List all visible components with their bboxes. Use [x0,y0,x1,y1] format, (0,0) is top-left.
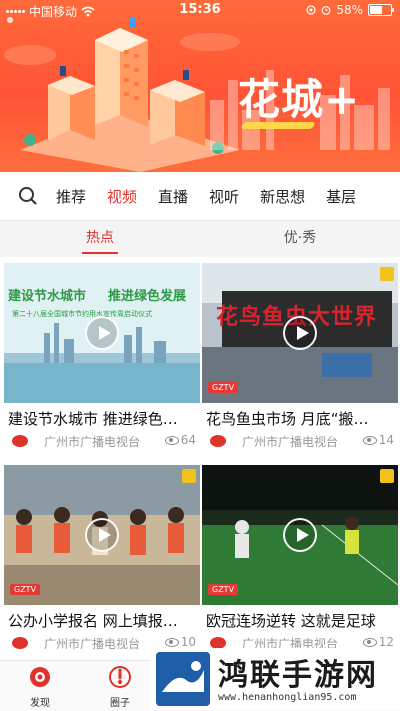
video-thumbnail[interactable]: 建设节水城市 推进绿色发展 第二十八届全国城市节约用水宣传周启动仪式 [4,263,200,403]
tab-circle[interactable]: 圈子 [98,665,142,709]
video-title[interactable]: 公办小学报名 网上填报… [8,610,198,631]
channel-corner-icon [380,469,394,483]
nav-item-audiovisual[interactable]: 视听 [209,186,239,207]
watermark-logo-icon [156,652,210,706]
battery-icon [368,4,394,16]
tab-discover-label: 发现 [30,698,50,709]
discover-icon [30,667,50,687]
nav-item-new-thought[interactable]: 新思想 [260,186,305,207]
nav-item-live[interactable]: 直播 [158,186,188,207]
search-icon [19,187,37,205]
watermark-name: 鸿联手游网 [218,658,378,693]
nav-item-grassroots[interactable]: 基层 [326,186,356,207]
video-meta: 广州市广播电视台 14 [206,433,396,449]
tab-circle-label: 圈子 [110,698,130,709]
station-watermark-icon: GZTV [208,382,239,393]
video-title[interactable]: 欧冠连场逆转 这就是足球 [206,610,396,631]
battery-percent: 58% [336,3,363,17]
alarm-icon [321,6,331,15]
eye-icon [362,435,377,445]
video-title[interactable]: 花鸟鱼虫市场 月底“搬… [206,408,396,429]
station-logo-icon [210,435,226,447]
play-icon[interactable] [283,316,317,350]
circle-icon [109,666,131,688]
view-count: 10 [164,635,196,649]
video-source: 广州市广播电视台 [242,435,339,449]
eye-icon [164,435,179,445]
video-meta: 广州市广播电视台 64 [8,433,198,449]
site-watermark: 鸿联手游网 www.henanhonglian95.com [150,648,400,710]
station-logo-icon [12,637,28,649]
video-source: 广州市广播电视台 [44,435,141,449]
brand-swoosh [240,122,316,129]
tab-discover[interactable]: 发现 [18,665,62,709]
station-logo-icon [12,435,28,447]
channel-corner-icon [182,469,196,483]
video-thumbnail[interactable]: GZTV [202,465,398,605]
status-bar: 中国移动 15:36 58% [0,0,400,22]
video-source: 广州市广播电视台 [44,637,141,651]
video-thumbnail[interactable]: GZTV [4,465,200,605]
thumbnail-headline-left: 建设节水城市 [8,289,87,304]
thumbnail-headline-right: 推进绿色发展 [108,289,187,304]
view-count: 64 [164,433,196,447]
view-count: 12 [362,635,394,649]
category-nav: 推荐 视频 直播 视听 新思想 基层 [0,172,400,221]
play-icon[interactable] [85,518,119,552]
header-banner: 花城+ [0,0,400,172]
eye-icon [362,637,377,647]
view-count: 14 [362,433,394,447]
video-thumbnail[interactable]: 花鸟鱼虫大世界 GZTV [202,263,398,403]
eye-icon [164,637,179,647]
nav-item-video[interactable]: 视频 [107,186,137,207]
subtab-excellent[interactable]: 优·秀 [200,221,400,257]
location-icon [306,5,316,15]
station-watermark-icon: GZTV [10,584,41,595]
nav-item-recommend[interactable]: 推荐 [56,186,86,207]
play-icon[interactable] [85,316,119,350]
watermark-url: www.henanhonglian95.com [218,692,357,703]
channel-corner-icon [380,267,394,281]
brand-title: 花城+ [238,75,361,124]
sub-tabs: 热点 优·秀 [0,221,400,257]
subtab-hot[interactable]: 热点 [0,221,200,257]
search-button[interactable] [0,172,56,220]
station-watermark-icon: GZTV [208,584,239,595]
play-icon[interactable] [283,518,317,552]
video-title[interactable]: 建设节水城市 推进绿色… [8,408,198,429]
